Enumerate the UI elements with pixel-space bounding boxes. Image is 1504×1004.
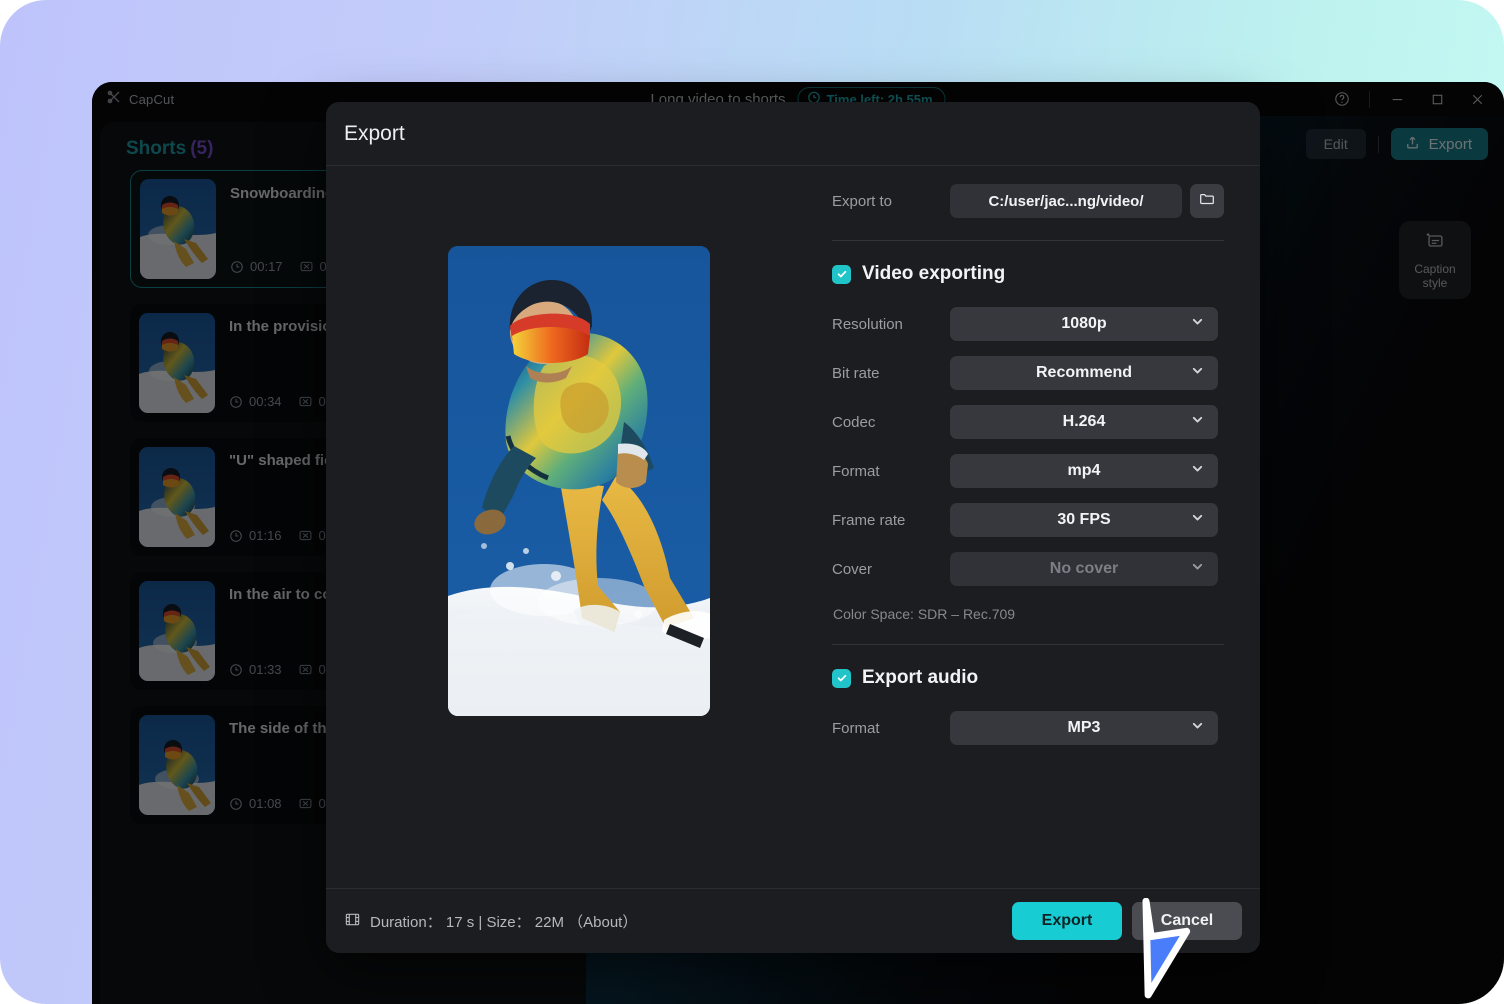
chevron-down-icon — [1190, 559, 1205, 579]
video-fields: Resolution 1080p Bit rate Recommend Code… — [832, 307, 1224, 586]
export-dialog: Export Export to C:/user/jac...ng/video/… — [326, 102, 1260, 953]
setting-select[interactable]: mp4 — [950, 454, 1218, 488]
setting-row: Format mp4 — [832, 454, 1224, 488]
export-to-label: Export to — [832, 192, 893, 210]
setting-select[interactable]: Recommend — [950, 356, 1218, 390]
setting-label: Codec — [832, 413, 876, 431]
checkmark-icon — [837, 270, 846, 278]
dialog-footer: Duration： 17 s | Size： 22M （About） Expor… — [326, 888, 1260, 953]
dialog-title: Export — [344, 121, 405, 145]
setting-label: Bit rate — [832, 364, 880, 382]
export-path-input[interactable]: C:/user/jac...ng/video/ — [950, 184, 1182, 218]
setting-row: Resolution 1080p — [832, 307, 1224, 341]
setting-row: Cover No cover — [832, 552, 1224, 586]
dialog-body: Export to C:/user/jac...ng/video/ Video … — [326, 166, 1260, 888]
setting-value: 30 FPS — [1057, 511, 1111, 528]
setting-select[interactable]: H.264 — [950, 405, 1218, 439]
setting-value: 1080p — [1061, 315, 1107, 332]
dialog-header: Export — [326, 102, 1260, 166]
preview-illustration — [448, 246, 710, 716]
duration-size-info: Duration： 17 s | Size： 22M （About） — [344, 911, 637, 932]
duration-size-text: Duration： 17 s | Size： 22M （About） — [370, 913, 638, 931]
setting-value: No cover — [1049, 560, 1119, 577]
color-space-note: Color Space: SDR – Rec.709 — [833, 606, 1016, 622]
setting-value: Recommend — [1035, 364, 1133, 381]
divider — [832, 240, 1224, 241]
export-audio-checkbox[interactable] — [832, 668, 851, 688]
chevron-down-icon — [1190, 412, 1205, 432]
setting-value: mp4 — [1067, 462, 1101, 479]
dialog-export-button[interactable]: Export — [1012, 902, 1122, 940]
film-strip-icon — [344, 911, 361, 932]
setting-value: MP3 — [1067, 719, 1101, 736]
chevron-down-icon — [1190, 461, 1205, 481]
setting-row: Bit rate Recommend — [832, 356, 1224, 390]
settings-column: Export to C:/user/jac...ng/video/ Video … — [832, 184, 1260, 888]
folder-icon — [1198, 190, 1216, 213]
divider — [832, 644, 1224, 645]
export-to-row: Export to C:/user/jac...ng/video/ — [832, 184, 1224, 218]
video-exporting-title: Video exporting — [862, 263, 1006, 284]
chevron-down-icon — [1190, 718, 1205, 738]
export-audio-title: Export audio — [862, 667, 979, 688]
browse-folder-button[interactable] — [1190, 184, 1224, 218]
setting-label: Frame rate — [832, 511, 906, 529]
video-exporting-section-header: Video exporting — [832, 263, 1224, 285]
export-audio-section-header: Export audio — [832, 667, 1224, 689]
setting-select[interactable]: 1080p — [950, 307, 1218, 341]
audio-fields: Format MP3 — [832, 711, 1224, 745]
video-exporting-checkbox[interactable] — [832, 264, 851, 284]
setting-label: Format — [832, 719, 880, 737]
setting-label: Resolution — [832, 315, 903, 333]
footer-actions: Export Cancel — [1012, 902, 1242, 940]
dialog-cancel-button[interactable]: Cancel — [1132, 902, 1242, 940]
screenshot-root: CapCut Long video to shorts Time left: 2… — [0, 0, 1504, 1004]
setting-row: Format MP3 — [832, 711, 1224, 745]
setting-row: Frame rate 30 FPS — [832, 503, 1224, 537]
chevron-down-icon — [1190, 510, 1205, 530]
checkmark-icon — [837, 674, 846, 682]
chevron-down-icon — [1190, 363, 1205, 383]
setting-label: Format — [832, 462, 880, 480]
chevron-down-icon — [1190, 314, 1205, 334]
setting-value: H.264 — [1062, 413, 1106, 430]
setting-label: Cover — [832, 560, 873, 578]
setting-select[interactable]: No cover — [950, 552, 1218, 586]
setting-select[interactable]: MP3 — [950, 711, 1218, 745]
setting-select[interactable]: 30 FPS — [950, 503, 1218, 537]
preview-column — [326, 184, 832, 888]
setting-row: Codec H.264 — [832, 405, 1224, 439]
video-preview — [448, 246, 710, 716]
